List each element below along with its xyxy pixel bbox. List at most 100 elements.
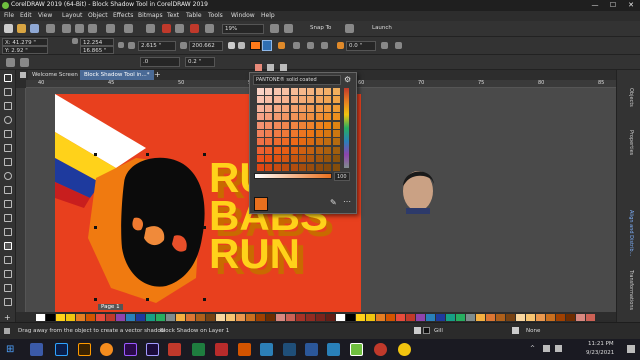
full-screen-icon[interactable]: [270, 24, 279, 33]
color-swatch[interactable]: [265, 146, 273, 154]
palette-swatch[interactable]: [256, 314, 265, 321]
color-swatch[interactable]: [307, 104, 315, 112]
color-swatch[interactable]: [315, 146, 323, 154]
color-swatch[interactable]: [273, 130, 281, 137]
taskbar-premiere-icon[interactable]: [124, 343, 137, 356]
color-swatch[interactable]: [257, 113, 264, 121]
color-swatch[interactable]: [273, 88, 281, 95]
notifications-icon[interactable]: [627, 345, 635, 353]
color-swatch[interactable]: [324, 130, 332, 137]
text-tool-icon[interactable]: [4, 200, 12, 208]
palette-swatch[interactable]: [46, 314, 55, 321]
palette-swatch[interactable]: [316, 314, 325, 321]
color-swatch[interactable]: [307, 96, 315, 104]
taskbar-word-icon[interactable]: [305, 343, 318, 356]
color-swatch[interactable]: [265, 155, 273, 163]
color-swatch[interactable]: [315, 104, 323, 112]
block-width-field[interactable]: 0.0 ": [346, 41, 376, 51]
color-swatch[interactable]: [332, 130, 340, 137]
color-swatch[interactable]: [265, 96, 273, 104]
color-swatch[interactable]: [315, 130, 323, 137]
color-swatch[interactable]: [332, 104, 340, 112]
color-swatch[interactable]: [299, 146, 306, 154]
rulers-icon[interactable]: [284, 24, 293, 33]
palette-swatch[interactable]: [486, 314, 495, 321]
color-swatch[interactable]: [257, 163, 264, 171]
palette-swatch[interactable]: [586, 314, 595, 321]
palette-swatch[interactable]: [56, 314, 65, 321]
color-swatch[interactable]: [282, 121, 290, 129]
tint-slider[interactable]: [254, 173, 332, 179]
swatch-grid[interactable]: [257, 88, 341, 172]
taskbar-coreldraw-icon[interactable]: [350, 343, 363, 356]
color-swatch[interactable]: [265, 104, 273, 112]
color-swatch[interactable]: [324, 104, 332, 112]
y-position-field[interactable]: Y: 2.92 ": [2, 46, 48, 54]
menu-edit[interactable]: Edit: [20, 12, 32, 19]
taskbar-app-1-icon[interactable]: [30, 343, 43, 356]
width-field[interactable]: 12.254: [80, 38, 114, 46]
color-swatch[interactable]: [307, 146, 315, 154]
palette-swatch[interactable]: [226, 314, 235, 321]
eyedropper-tool-icon[interactable]: [4, 270, 12, 278]
palette-swatch[interactable]: [156, 314, 165, 321]
palette-swatch[interactable]: [406, 314, 415, 321]
color-swatch[interactable]: [257, 146, 264, 154]
crop-tool-icon[interactable]: [4, 102, 12, 110]
maximize-button[interactable]: ☐: [604, 0, 622, 11]
color-swatch[interactable]: [315, 88, 323, 95]
color-palette[interactable]: [16, 313, 616, 322]
palette-swatch[interactable]: [246, 314, 255, 321]
block-depth-field[interactable]: 2.615 ": [138, 41, 176, 51]
palette-swatch[interactable]: [456, 314, 465, 321]
taskbar-app-11-icon[interactable]: [260, 343, 273, 356]
taskbar-app-9-icon[interactable]: [215, 343, 228, 356]
palette-swatch[interactable]: [166, 314, 175, 321]
color-swatch[interactable]: [324, 88, 332, 95]
color-swatch[interactable]: [265, 88, 273, 95]
color-swatch[interactable]: [324, 113, 332, 121]
color-swatch[interactable]: [299, 163, 306, 171]
color-swatch[interactable]: [290, 96, 298, 104]
color-swatch[interactable]: [324, 163, 332, 171]
color-swatch[interactable]: [273, 155, 281, 163]
color-swatch[interactable]: [282, 163, 290, 171]
palette-swatch[interactable]: [436, 314, 445, 321]
color-swatch[interactable]: [299, 96, 306, 104]
print-icon[interactable]: [46, 24, 55, 33]
color-swatch[interactable]: [265, 163, 273, 171]
copy-properties-icon[interactable]: [381, 42, 388, 49]
interactive-fill-tool-icon[interactable]: [4, 284, 12, 292]
palette-swatch[interactable]: [66, 314, 75, 321]
color-swatch[interactable]: [324, 96, 332, 104]
launch-dropdown[interactable]: Launch: [372, 25, 392, 31]
menu-bitmaps[interactable]: Bitmaps: [138, 12, 163, 19]
pick-tool-icon[interactable]: [4, 74, 12, 82]
block-shadow-tool-icon[interactable]: [4, 242, 12, 250]
color-swatch[interactable]: [299, 113, 306, 121]
menu-file[interactable]: File: [4, 12, 14, 19]
palette-swatch[interactable]: [146, 314, 155, 321]
export-icon[interactable]: [175, 24, 184, 33]
palette-swatch[interactable]: [496, 314, 505, 321]
network-icon[interactable]: [543, 345, 550, 352]
palette-swatch[interactable]: [566, 314, 575, 321]
import-icon[interactable]: [162, 24, 171, 33]
color-swatch[interactable]: [273, 138, 281, 146]
rectangle-tool-icon[interactable]: [4, 158, 12, 166]
color-swatch[interactable]: [282, 138, 290, 146]
color-swatch[interactable]: [290, 130, 298, 137]
copy-icon[interactable]: [75, 24, 84, 33]
palette-settings-gear-icon[interactable]: ⚙: [344, 75, 351, 84]
color-swatch[interactable]: [307, 138, 315, 146]
overprint-icon[interactable]: [337, 42, 344, 49]
palette-swatch[interactable]: [176, 314, 185, 321]
color-swatch[interactable]: [257, 88, 264, 95]
zoom-level-field[interactable]: 19%: [222, 24, 264, 34]
palette-swatch[interactable]: [306, 314, 315, 321]
palette-swatch[interactable]: [196, 314, 205, 321]
snap-to-dropdown[interactable]: Snap To: [310, 25, 331, 31]
color-swatch[interactable]: [265, 121, 273, 129]
transparency-tool-icon[interactable]: [4, 256, 12, 264]
color-swatch[interactable]: [257, 130, 264, 137]
